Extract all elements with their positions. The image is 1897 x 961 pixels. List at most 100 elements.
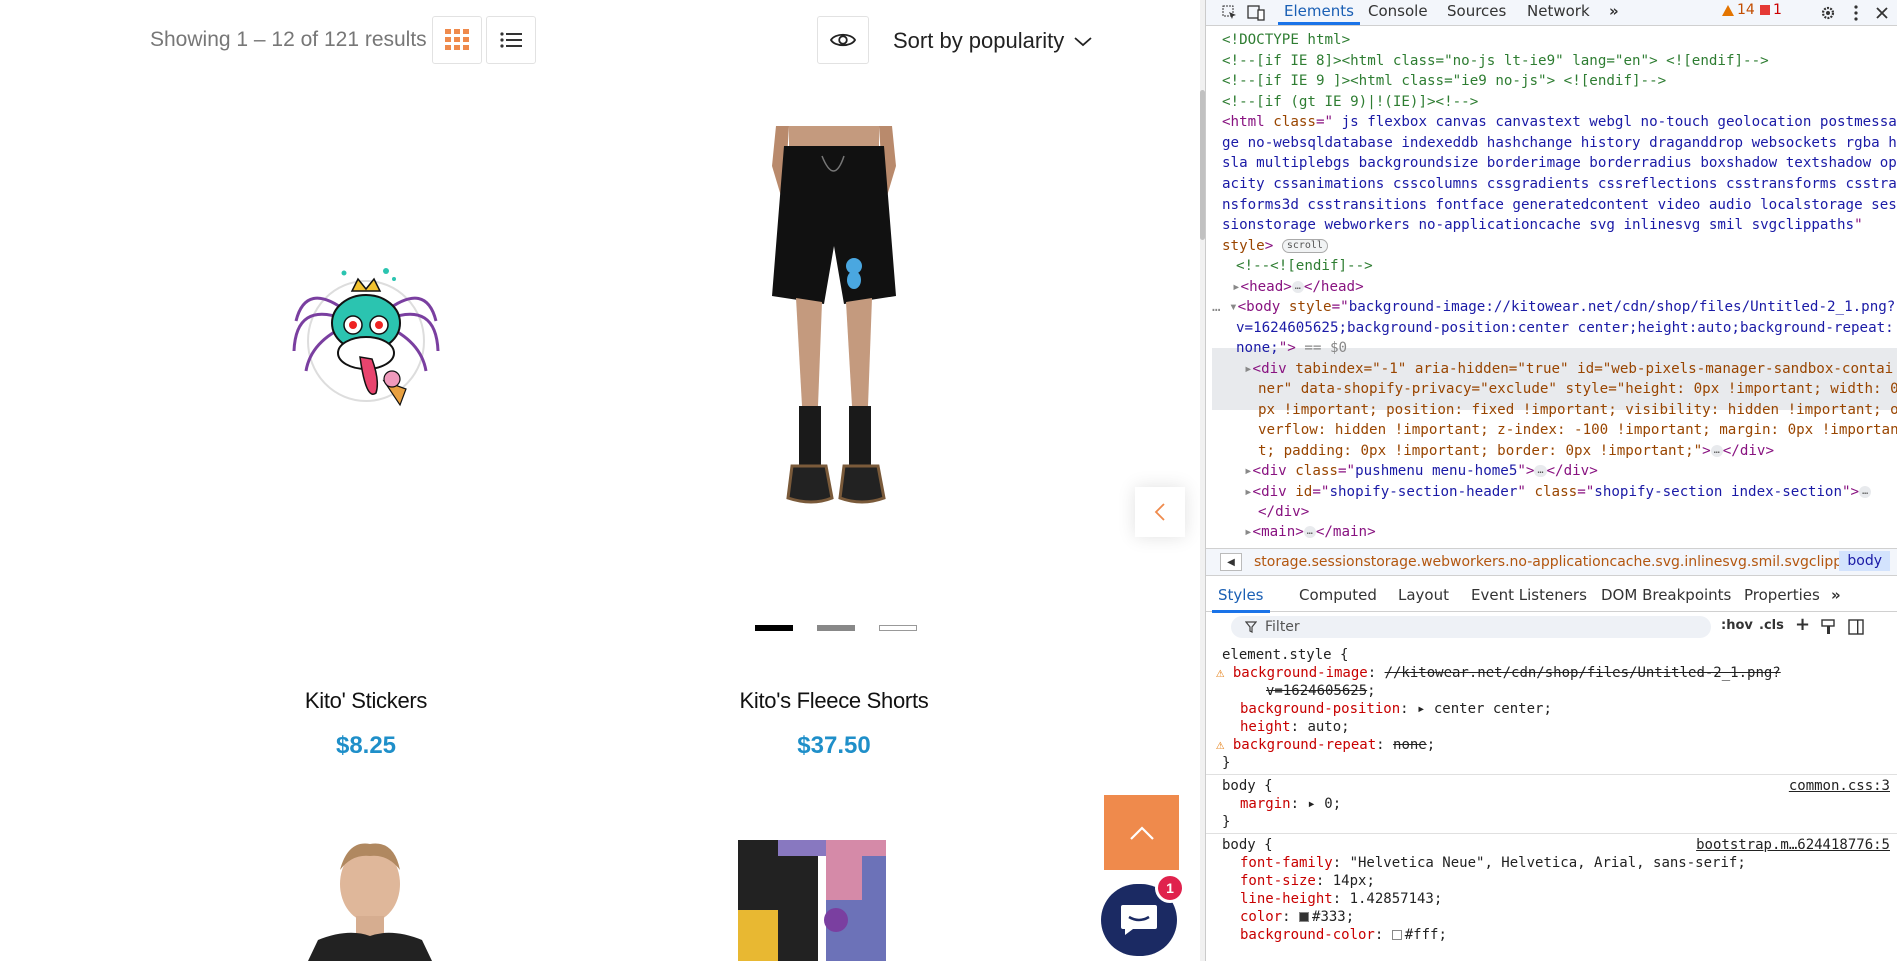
rule-source-link[interactable]: common.css:3 (1789, 777, 1890, 795)
rule-selector[interactable]: body { (1222, 836, 1273, 854)
carousel-dot[interactable] (879, 625, 917, 631)
product-title[interactable]: Kito' Stickers (216, 688, 516, 714)
body-style-tail: none;"> == $0 (1236, 340, 1348, 356)
dom-line[interactable]: <!--[if (gt IE 9)|!(IE)]><!--> (1222, 92, 1478, 113)
dom-line[interactable]: <!--[if IE 9 ]><html class="ie9 no-js"> … (1222, 71, 1666, 92)
toggle-sidebar-icon[interactable] (1848, 619, 1864, 635)
grid-icon (445, 29, 469, 50)
style-declaration[interactable]: height: auto; (1240, 718, 1350, 736)
shorts-photo (744, 126, 934, 546)
div-attr-line: verflow: hidden !important; z-index: -10… (1258, 422, 1897, 438)
new-style-rule-icon[interactable]: + (1795, 614, 1810, 635)
body-style-line: background-image://kitowear.net/cdn/shop… (1348, 299, 1896, 315)
header-section-node[interactable]: ▸<div id="shopify-section-header" class=… (1244, 482, 1872, 503)
product-card[interactable]: Kito' Stickers $8.25 (216, 126, 516, 759)
tab-layout[interactable]: Layout (1398, 586, 1449, 604)
tab-event-listeners[interactable]: Event Listeners (1471, 586, 1587, 604)
scroll-badge[interactable]: scroll (1281, 239, 1328, 253)
header-section-class: shopify-section index-section (1594, 484, 1842, 500)
styles-pane: element.style { ⚠ background-image: //ki… (1206, 644, 1897, 961)
paint-brush-icon[interactable] (1820, 619, 1836, 635)
style-declaration[interactable]: color: #333; (1240, 908, 1354, 926)
rule-selector[interactable]: body { (1222, 777, 1273, 795)
rule-source-link[interactable]: bootstrap.m…624418776:5 (1696, 836, 1890, 854)
product-card[interactable] (308, 840, 432, 961)
html-class-line: ge no-websqldatabase indexeddb hashchang… (1222, 135, 1897, 151)
warnings-count: 14 (1737, 2, 1755, 18)
rule3-font-size: 14px (1332, 873, 1367, 889)
sort-label: Sort by popularity (893, 28, 1065, 53)
style-declaration[interactable]: font-size: 14px; (1240, 872, 1375, 890)
breadcrumb-body[interactable]: body (1839, 551, 1890, 571)
html-open-tag[interactable]: <html class=" js flexbox canvas canvaste… (1222, 112, 1897, 133)
hov-toggle[interactable]: :hov (1721, 618, 1753, 633)
chevron-up-icon (1129, 825, 1154, 840)
dom-line[interactable]: <!--<![endif]--> (1236, 256, 1373, 277)
more-tabs-icon[interactable]: » (1609, 2, 1619, 20)
list-view-button[interactable] (486, 16, 536, 64)
element-style-selector[interactable]: element.style { (1222, 646, 1348, 664)
tab-console[interactable]: Console (1368, 2, 1428, 20)
tab-properties[interactable]: Properties (1744, 586, 1820, 604)
pixels-div-node[interactable]: ▸<div tabindex="-1" aria-hidden="true" i… (1244, 359, 1893, 380)
body-node[interactable]: … ▾<body style="background-image://kitow… (1212, 297, 1895, 318)
dom-line[interactable]: <!--[if IE 8]><html class="no-js lt-ie9"… (1222, 51, 1769, 72)
html-class-tail: sionstorage webworkers no-applicationcac… (1222, 217, 1863, 233)
product-image[interactable] (684, 126, 984, 546)
rule-divider (1206, 774, 1897, 775)
rule-close: } (1222, 755, 1231, 771)
dom-line[interactable]: <!DOCTYPE html> (1222, 30, 1350, 51)
style-declaration[interactable]: background-color: #fff; (1240, 926, 1447, 944)
style-declaration[interactable]: margin: ▸ 0; (1240, 795, 1341, 813)
tab-styles[interactable]: Styles (1212, 586, 1269, 613)
div-attr-line: px !important; position: fixed !importan… (1258, 402, 1897, 418)
warning-icon (1722, 4, 1734, 16)
product-title[interactable]: Kito's Fleece Shorts (684, 688, 984, 714)
html-class-line: sionstorage webworkers no-applicationcac… (1222, 217, 1855, 233)
grid-view-button[interactable] (432, 16, 482, 64)
breadcrumb-path[interactable]: storage.sessionstorage.webworkers.no-app… (1254, 554, 1872, 570)
device-toolbar-icon[interactable] (1246, 3, 1266, 23)
tab-network[interactable]: Network (1527, 2, 1590, 20)
tab-dom-breakpoints[interactable]: DOM Breakpoints (1601, 586, 1731, 604)
styles-filter-input[interactable]: Filter (1231, 616, 1711, 638)
head-node[interactable]: ▸<head>… </head> (1232, 277, 1364, 298)
carousel-prev-button[interactable] (1135, 487, 1185, 537)
warnings-badge[interactable]: 14 (1721, 2, 1755, 18)
more-sub-tabs-icon[interactable]: » (1831, 586, 1841, 604)
color-swatch[interactable] (1391, 930, 1402, 940)
close-devtools-icon[interactable] (1872, 3, 1892, 23)
cls-toggle[interactable]: .cls (1759, 618, 1784, 633)
breadcrumb-scroll-left-icon[interactable]: ◀ (1220, 553, 1242, 571)
style-declaration[interactable]: ⚠ background-image: //kitowear.net/cdn/s… (1216, 664, 1781, 682)
style-declaration[interactable]: background-position: ▸ center center; (1240, 700, 1552, 718)
errors-badge[interactable]: 1 (1759, 2, 1782, 18)
styles-sub-tabs: Styles Computed Layout Event Listeners D… (1206, 578, 1897, 613)
carousel-dot[interactable] (755, 625, 793, 631)
color-swatch[interactable] (1299, 912, 1310, 922)
style-declaration[interactable]: line-height: 1.42857143; (1240, 890, 1442, 908)
body-style-line: none; (1236, 340, 1279, 356)
pushmenu-div-node[interactable]: ▸<div class="pushmenu menu-home5">… </div… (1244, 461, 1598, 482)
html-style-attr: style> scroll (1222, 236, 1328, 257)
quick-view-toggle[interactable] (817, 16, 869, 64)
settings-gear-icon[interactable] (1818, 3, 1838, 23)
es-height: auto (1307, 719, 1342, 735)
back-to-top-button[interactable] (1104, 795, 1179, 870)
product-image[interactable] (216, 126, 516, 546)
main-node[interactable]: ▸<main>… </main> (1244, 522, 1376, 543)
product-card[interactable] (726, 840, 918, 961)
eye-icon (830, 33, 856, 47)
tab-elements[interactable]: Elements (1278, 2, 1360, 25)
tab-sources[interactable]: Sources (1447, 2, 1506, 20)
dom-breadcrumb: ◀ storage.sessionstorage.webworkers.no-a… (1206, 548, 1897, 576)
tab-computed[interactable]: Computed (1299, 586, 1377, 604)
style-declaration[interactable]: font-family: "Helvetica Neue", Helvetica… (1240, 854, 1746, 872)
inspect-element-icon[interactable] (1220, 3, 1240, 23)
sort-dropdown[interactable]: Sort by popularity (893, 28, 1092, 54)
product-card[interactable]: Kito's Fleece Shorts $37.50 (684, 126, 984, 759)
kebab-menu-icon[interactable] (1846, 3, 1866, 23)
carousel-dot[interactable] (817, 625, 855, 631)
style-declaration[interactable]: ⚠ background-repeat: none; (1216, 736, 1435, 754)
style-declaration-cont: v=1624605625; (1266, 683, 1376, 699)
